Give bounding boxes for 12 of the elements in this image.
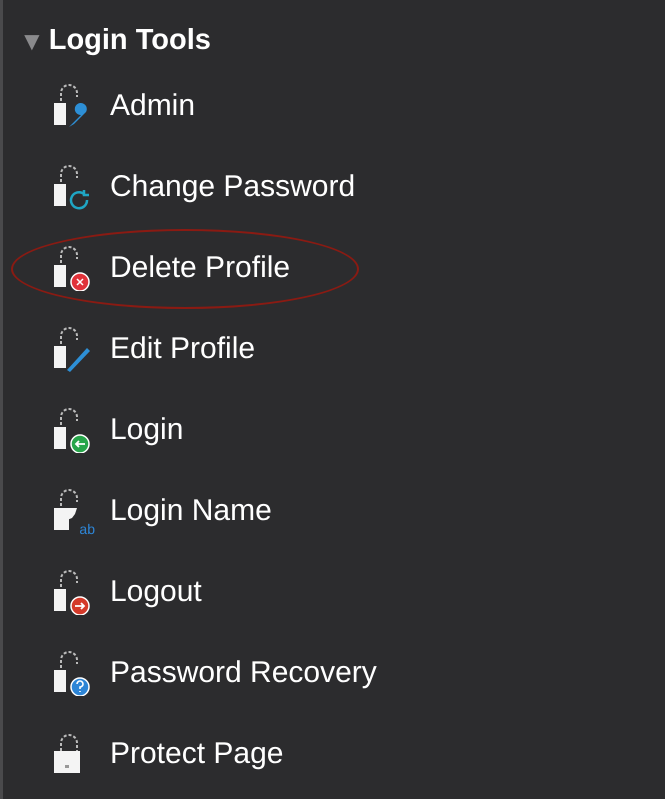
tool-label[interactable]: Password Recovery [110, 658, 377, 688]
tool-label[interactable]: Login Name [110, 496, 272, 526]
section-title: Login Tools [48, 26, 211, 55]
tool-label[interactable]: Change Password [110, 172, 356, 202]
tool-label[interactable]: Delete Profile [110, 252, 290, 282]
tool-label[interactable]: Admin [110, 90, 196, 120]
tool-label[interactable]: Protect Page [110, 738, 284, 768]
tool-label[interactable]: Logout [110, 576, 202, 606]
tool-label[interactable]: Edit Profile [110, 334, 256, 364]
badge-text: ab [79, 522, 95, 536]
tool-label[interactable]: Login [110, 414, 184, 444]
disclosure-triangle[interactable]: ▼ [19, 28, 45, 54]
